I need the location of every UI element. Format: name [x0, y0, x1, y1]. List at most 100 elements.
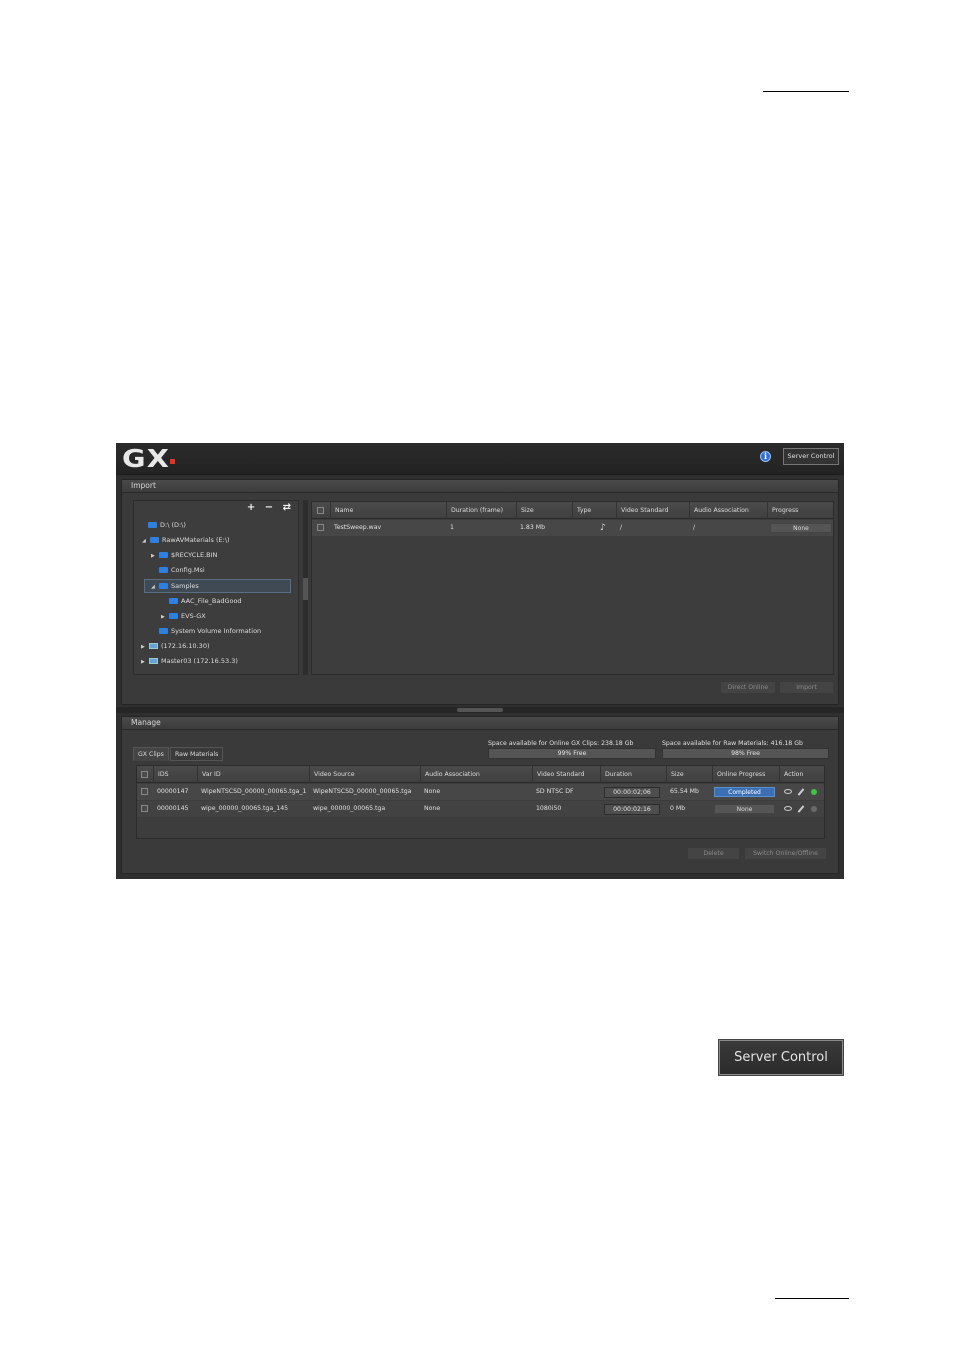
import-file-table: Name Duration (frame) Size Type Video St… [311, 501, 834, 675]
col-var-id[interactable]: Var ID [197, 766, 309, 783]
vertical-splitter[interactable] [303, 500, 308, 675]
clip-duration: 00:00:02:16 [604, 804, 660, 815]
col-video-standard[interactable]: Video Standard [616, 502, 689, 519]
view-icon[interactable] [784, 806, 792, 811]
clip-video-source: WipeNTSCSD_00000_00065.tga [313, 788, 412, 795]
col-action[interactable]: Action [779, 766, 824, 783]
switch-online-offline-button[interactable]: Switch Online/Offline [744, 847, 827, 860]
gx-app-window: GX i Server Control Import + − ⇄ D:\ (D:… [116, 443, 844, 879]
space-gx-bar: 99% Free [488, 748, 656, 759]
col-size[interactable]: Size [666, 766, 712, 783]
col-ids[interactable]: IDS [153, 766, 197, 783]
tree-item-recycle[interactable]: ▶ $RECYCLE.BIN [151, 548, 217, 562]
delete-button[interactable]: Delete [687, 847, 740, 860]
tree-item-aac[interactable]: AAC_File_BadGood [169, 594, 242, 608]
music-note-icon: ♪ [600, 523, 606, 533]
status-dot-icon [811, 806, 817, 812]
tab-raw-materials[interactable]: Raw Materials [170, 747, 224, 761]
folder-icon [148, 522, 157, 528]
table-row[interactable]: 00000147 WipeNTSCSD_00000_00065.tga_1 Wi… [137, 784, 824, 800]
tree-item-network-1[interactable]: ▶ (172.16.10.30) [141, 639, 210, 653]
online-progress-badge: None [714, 804, 775, 814]
space-raw-label: Space available for Raw Materials: 416.1… [662, 740, 803, 747]
import-table-header: Name Duration (frame) Size Type Video St… [312, 502, 833, 519]
collapse-arrow-icon[interactable]: ▶ [141, 640, 149, 654]
expand-arrow-icon[interactable]: ◢ [151, 581, 159, 593]
col-video-source[interactable]: Video Source [309, 766, 420, 783]
tab-gx-clips[interactable]: GX Clips [133, 747, 169, 761]
tree-item-config[interactable]: Config.Msi [159, 563, 205, 577]
network-drive-icon [149, 658, 158, 664]
row-checkbox[interactable] [141, 788, 148, 795]
gx-logo: GX [122, 444, 171, 473]
select-all-checkbox[interactable] [137, 766, 153, 783]
tree-item-system-volume[interactable]: System Volume Information [159, 624, 261, 638]
col-name[interactable]: Name [330, 502, 446, 519]
footer-rule [775, 1298, 849, 1299]
col-progress[interactable]: Progress [767, 502, 833, 519]
col-online-progress[interactable]: Online Progress [712, 766, 779, 783]
clip-ids: 00000147 [157, 788, 189, 795]
table-row[interactable]: 00000145 wipe_00000_00065.tga_145 wipe_0… [137, 801, 824, 817]
direct-online-button[interactable]: Direct Online [720, 681, 776, 694]
manage-panel-title: Manage [122, 717, 838, 730]
folder-icon [159, 628, 168, 634]
splitter-grip[interactable] [303, 578, 308, 600]
info-icon[interactable]: i [760, 451, 771, 462]
clip-video-standard: SD NTSC DF [536, 788, 574, 795]
edit-icon[interactable] [797, 788, 805, 796]
import-button[interactable]: Import [779, 681, 834, 694]
clips-table: IDS Var ID Video Source Audio Associatio… [136, 765, 825, 839]
folder-icon [159, 552, 168, 558]
network-drive-icon [149, 643, 158, 649]
import-panel-title: Import [122, 480, 838, 493]
collapse-arrow-icon[interactable]: ▶ [141, 655, 149, 669]
table-row[interactable]: TestSweep.wav 1 1.83 Mb ♪ / / None [312, 520, 833, 536]
file-duration: 1 [450, 524, 454, 531]
file-video-standard: / [620, 524, 623, 531]
splitter-grip[interactable] [457, 708, 503, 712]
clip-size: 65.54 Mb [670, 788, 699, 795]
collapse-arrow-icon[interactable]: ▶ [151, 549, 159, 563]
logo-dot [170, 459, 175, 464]
col-type[interactable]: Type [572, 502, 616, 519]
tree-item-d-drive[interactable]: D:\ (D:\) [148, 518, 186, 532]
clip-video-source: wipe_00000_00065.tga [313, 805, 386, 812]
collapse-arrow-icon[interactable]: ▶ [161, 610, 169, 624]
tree-item-master03[interactable]: ▶ Master03 (172.16.53.3) [141, 654, 238, 668]
tree-item-evs-gx[interactable]: ▶ EVS-GX [161, 609, 206, 623]
header-rule [763, 91, 849, 92]
row-checkbox[interactable] [317, 524, 324, 531]
edit-icon[interactable] [797, 805, 805, 813]
folder-tree: + − ⇄ D:\ (D:\) ◢ RawAVMaterials (E:\) ▶ $… [133, 500, 299, 675]
tree-toolbar[interactable]: + − ⇄ [247, 502, 294, 513]
row-checkbox[interactable] [141, 805, 148, 812]
server-control-button[interactable]: Server Control [783, 448, 839, 465]
clip-duration: 00:00:02;06 [604, 787, 660, 798]
col-duration[interactable]: Duration (frame) [446, 502, 516, 519]
col-duration[interactable]: Duration [600, 766, 666, 783]
folder-icon [150, 537, 159, 543]
clip-audio: None [424, 805, 441, 812]
select-all-checkbox[interactable] [312, 502, 330, 519]
view-icon[interactable] [784, 789, 792, 794]
file-name: TestSweep.wav [334, 524, 382, 531]
col-size[interactable]: Size [516, 502, 572, 519]
app-header: GX i Server Control [116, 443, 844, 475]
folder-icon [169, 613, 178, 619]
expand-arrow-icon[interactable]: ◢ [142, 534, 150, 548]
server-control-button-large[interactable]: Server Control [718, 1039, 844, 1076]
folder-icon [159, 583, 168, 589]
clip-ids: 00000145 [157, 805, 189, 812]
tree-item-rawav[interactable]: ◢ RawAVMaterials (E:\) [142, 533, 230, 547]
folder-icon [159, 567, 168, 573]
clip-audio: None [424, 788, 441, 795]
horizontal-splitter[interactable] [116, 707, 844, 713]
col-video-standard[interactable]: Video Standard [532, 766, 600, 783]
clip-size: 0 Mb [670, 805, 686, 812]
col-audio-association[interactable]: Audio Association [420, 766, 532, 783]
col-audio-association[interactable]: Audio Association [689, 502, 767, 519]
clip-var-id: wipe_00000_00065.tga_145 [201, 805, 289, 812]
space-raw-bar: 98% Free [662, 748, 829, 759]
tree-item-samples[interactable]: ◢ Samples [144, 579, 291, 593]
